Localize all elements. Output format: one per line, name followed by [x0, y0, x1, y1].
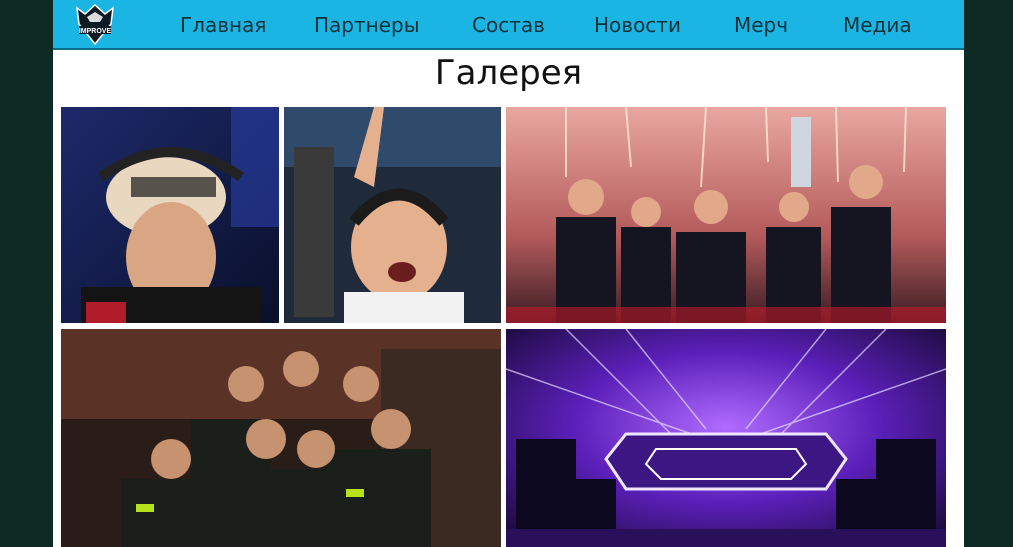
gallery-photo-2[interactable]	[284, 107, 501, 323]
nav-item-media[interactable]: Медиа	[843, 13, 912, 37]
page-title: Галерея	[434, 53, 583, 93]
logo-text: IMPROVE	[79, 28, 112, 35]
team-trophy-photo-icon	[506, 107, 946, 323]
team-group-photo-icon	[61, 329, 501, 547]
nav-item-partners[interactable]: Партнеры	[314, 13, 420, 37]
nav-item-home[interactable]: Главная	[180, 13, 266, 37]
gallery-photo-5[interactable]	[506, 329, 946, 547]
player-celebrating-photo-icon	[284, 107, 501, 323]
logo-emblem-icon: IMPROVE	[76, 3, 114, 46]
team-logo[interactable]: IMPROVE	[73, 2, 117, 46]
top-navbar: IMPROVE Главная Партнеры Состав Новости …	[53, 0, 964, 50]
gallery-photo-1[interactable]	[61, 107, 279, 323]
nav-item-merch[interactable]: Мерч	[734, 13, 788, 37]
player-headset-photo-icon	[61, 107, 279, 323]
arena-stage-photo-icon	[506, 329, 946, 547]
page: IMPROVE Главная Партнеры Состав Новости …	[53, 0, 964, 547]
nav-item-news[interactable]: Новости	[594, 13, 681, 37]
gallery-photo-4[interactable]	[61, 329, 501, 547]
gallery-photo-3[interactable]	[506, 107, 946, 323]
nav-item-roster[interactable]: Состав	[472, 13, 545, 37]
